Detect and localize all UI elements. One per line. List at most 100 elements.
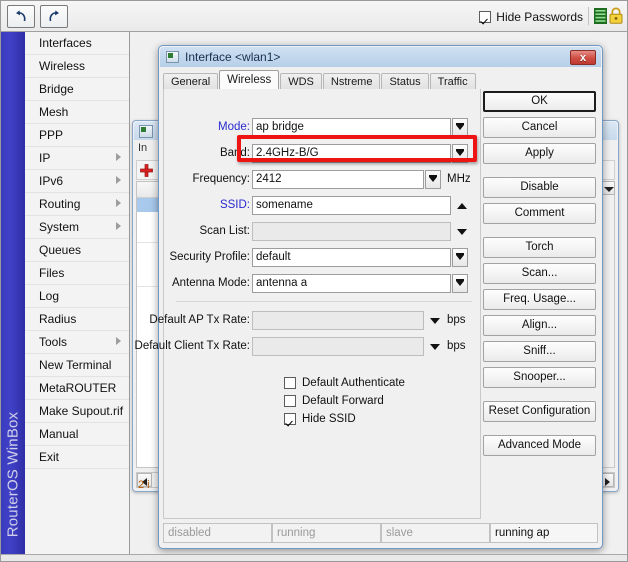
status-disabled: disabled	[163, 523, 272, 543]
status-running: running	[272, 523, 381, 543]
tab-label: WDS	[288, 76, 314, 88]
default-forward-checkbox[interactable]	[284, 394, 296, 407]
cancel-button[interactable]: Cancel	[483, 117, 596, 138]
redo-button[interactable]	[40, 5, 68, 28]
default-client-tx-rate-input[interactable]	[252, 337, 424, 356]
toolbar-divider	[588, 7, 589, 25]
tab-label: General	[171, 76, 211, 88]
sidebar-item-new-terminal[interactable]: New Terminal	[25, 354, 129, 377]
scan-list-expand-button[interactable]	[455, 222, 469, 241]
sidebar-item-make-supout[interactable]: Make Supout.rif	[25, 400, 129, 423]
sidebar-item-label: IPv6	[39, 174, 64, 188]
tab-nstreme[interactable]: Nstreme	[322, 73, 381, 89]
tab-status[interactable]: Status	[381, 73, 429, 89]
spinner-down-icon	[456, 123, 464, 130]
tab-wds[interactable]: WDS	[280, 73, 322, 89]
ok-button[interactable]: OK	[483, 91, 596, 112]
align-button[interactable]: Align...	[483, 315, 596, 336]
dialog-title: Interface <wlan1>	[185, 50, 281, 64]
hide-passwords-label: Hide Passwords	[496, 9, 583, 24]
dialog-titlebar[interactable]: Interface <wlan1> x	[160, 47, 601, 67]
security-profile-label: Security Profile:	[169, 251, 250, 263]
green-bars-icon[interactable]	[594, 8, 607, 24]
default-ap-tx-rate-label: Default AP Tx Rate:	[149, 314, 250, 326]
triangle-right-icon	[605, 478, 610, 486]
hide-ssid-checkbox[interactable]	[284, 412, 296, 425]
hide-passwords-checkbox[interactable]	[479, 10, 492, 23]
sidebar-item-label: Mesh	[39, 105, 69, 119]
hide-passwords-toggle[interactable]: Hide Passwords	[479, 7, 583, 26]
default-ap-tx-rate-input[interactable]	[252, 311, 424, 330]
security-profile-input[interactable]: default	[252, 248, 451, 267]
sidebar-item-wireless[interactable]: Wireless	[25, 55, 129, 78]
close-button[interactable]: x	[570, 50, 596, 65]
ssid-input[interactable]: somename	[252, 196, 451, 215]
sidebar-item-label: Interfaces	[39, 36, 92, 50]
sidebar-item-label: Bridge	[39, 82, 74, 96]
field-row-default-client-tx-rate: Default Client Tx Rate: bps	[135, 337, 482, 356]
comment-button[interactable]: Comment	[483, 203, 596, 224]
sidebar-item-metarouter[interactable]: MetaROUTER	[25, 377, 129, 400]
sidebar-item-label: Log	[39, 289, 60, 303]
interface-wlan1-dialog: Interface <wlan1> x General Wireless WDS…	[135, 45, 603, 549]
sidebar-item-label: Radius	[39, 312, 77, 326]
default-forward-checkbox-row[interactable]: Default Forward	[284, 392, 384, 409]
tab-general[interactable]: General	[163, 73, 219, 89]
advanced-mode-button[interactable]: Advanced Mode	[483, 435, 596, 456]
torch-button[interactable]: Torch	[483, 237, 596, 258]
sidebar-item-label: Exit	[39, 450, 60, 464]
default-forward-label: Default Forward	[302, 394, 384, 407]
redo-arrow-icon	[49, 10, 59, 22]
sniff-button[interactable]: Sniff...	[483, 341, 596, 362]
field-row-ssid: SSID: somename	[164, 196, 482, 215]
hide-ssid-checkbox-row[interactable]: Hide SSID	[284, 410, 356, 427]
dialog-button-column: OK Cancel Apply Disable Comment Torch Sc…	[483, 91, 596, 461]
frequency-dropdown-button[interactable]	[425, 170, 441, 189]
disable-button[interactable]: Disable	[483, 177, 596, 198]
sidebar-item-manual[interactable]: Manual	[25, 423, 129, 446]
sidebar-item-label: Queues	[39, 243, 82, 257]
antenna-mode-dropdown-button[interactable]	[452, 274, 468, 293]
reset-configuration-button[interactable]: Reset Configuration	[483, 401, 596, 422]
band-dropdown-button[interactable]	[452, 144, 468, 163]
snooper-button[interactable]: Snooper...	[483, 367, 596, 388]
tab-wireless[interactable]: Wireless	[219, 70, 280, 89]
default-client-tx-rate-label: Default Client Tx Rate:	[134, 340, 250, 352]
field-row-scan-list: Scan List:	[164, 222, 482, 241]
scan-list-label: Scan List:	[199, 225, 251, 237]
antenna-mode-label: Antenna Mode:	[171, 277, 250, 289]
band-input[interactable]: 2.4GHz-B/G	[252, 144, 451, 163]
default-authenticate-checkbox-row[interactable]: Default Authenticate	[284, 374, 405, 391]
wireless-settings-form: Mode: ap bridge Band: 2.4GHz-B/G Frequen…	[135, 89, 482, 519]
spinner-down-icon	[456, 279, 464, 286]
scan-list-input[interactable]	[252, 222, 451, 241]
default-client-tx-rate-expand-button[interactable]	[428, 337, 442, 356]
tab-label: Traffic	[437, 76, 468, 88]
dialog-body: General Wireless WDS Nstreme Status Traf…	[135, 67, 601, 547]
frequency-input[interactable]: 2412	[252, 170, 424, 189]
sidebar-item-label: Wireless	[39, 59, 86, 73]
tab-label: Wireless	[227, 74, 272, 86]
sidebar-item-exit[interactable]: Exit	[25, 446, 129, 469]
default-ap-tx-rate-expand-button[interactable]	[428, 311, 442, 330]
tab-traffic[interactable]: Traffic	[429, 73, 476, 89]
frequency-unit-label: MHz	[447, 173, 471, 185]
freq-usage-button[interactable]: Freq. Usage...	[483, 289, 596, 310]
mode-input[interactable]: ap bridge	[252, 118, 451, 137]
sidebar-brand-strip: RouterOS WinBox	[1, 32, 25, 561]
main-toolbar: Hide Passwords	[1, 1, 627, 32]
sidebar-item-interfaces[interactable]: Interfaces	[25, 32, 129, 55]
yellow-padlock-icon[interactable]	[609, 7, 623, 24]
undo-button[interactable]	[7, 5, 35, 28]
field-row-mode: Mode: ap bridge	[164, 118, 482, 137]
mode-dropdown-button[interactable]	[452, 118, 468, 137]
sidebar-item-bridge[interactable]: Bridge	[25, 78, 129, 101]
apply-button[interactable]: Apply	[483, 143, 596, 164]
antenna-mode-input[interactable]: antenna a	[252, 274, 451, 293]
ssid-expand-button[interactable]	[455, 196, 469, 215]
status-running-ap: running ap	[490, 523, 598, 543]
default-authenticate-checkbox[interactable]	[284, 376, 296, 389]
security-profile-dropdown-button[interactable]	[452, 248, 468, 267]
scan-button[interactable]: Scan...	[483, 263, 596, 284]
triangle-down-icon	[430, 344, 440, 350]
